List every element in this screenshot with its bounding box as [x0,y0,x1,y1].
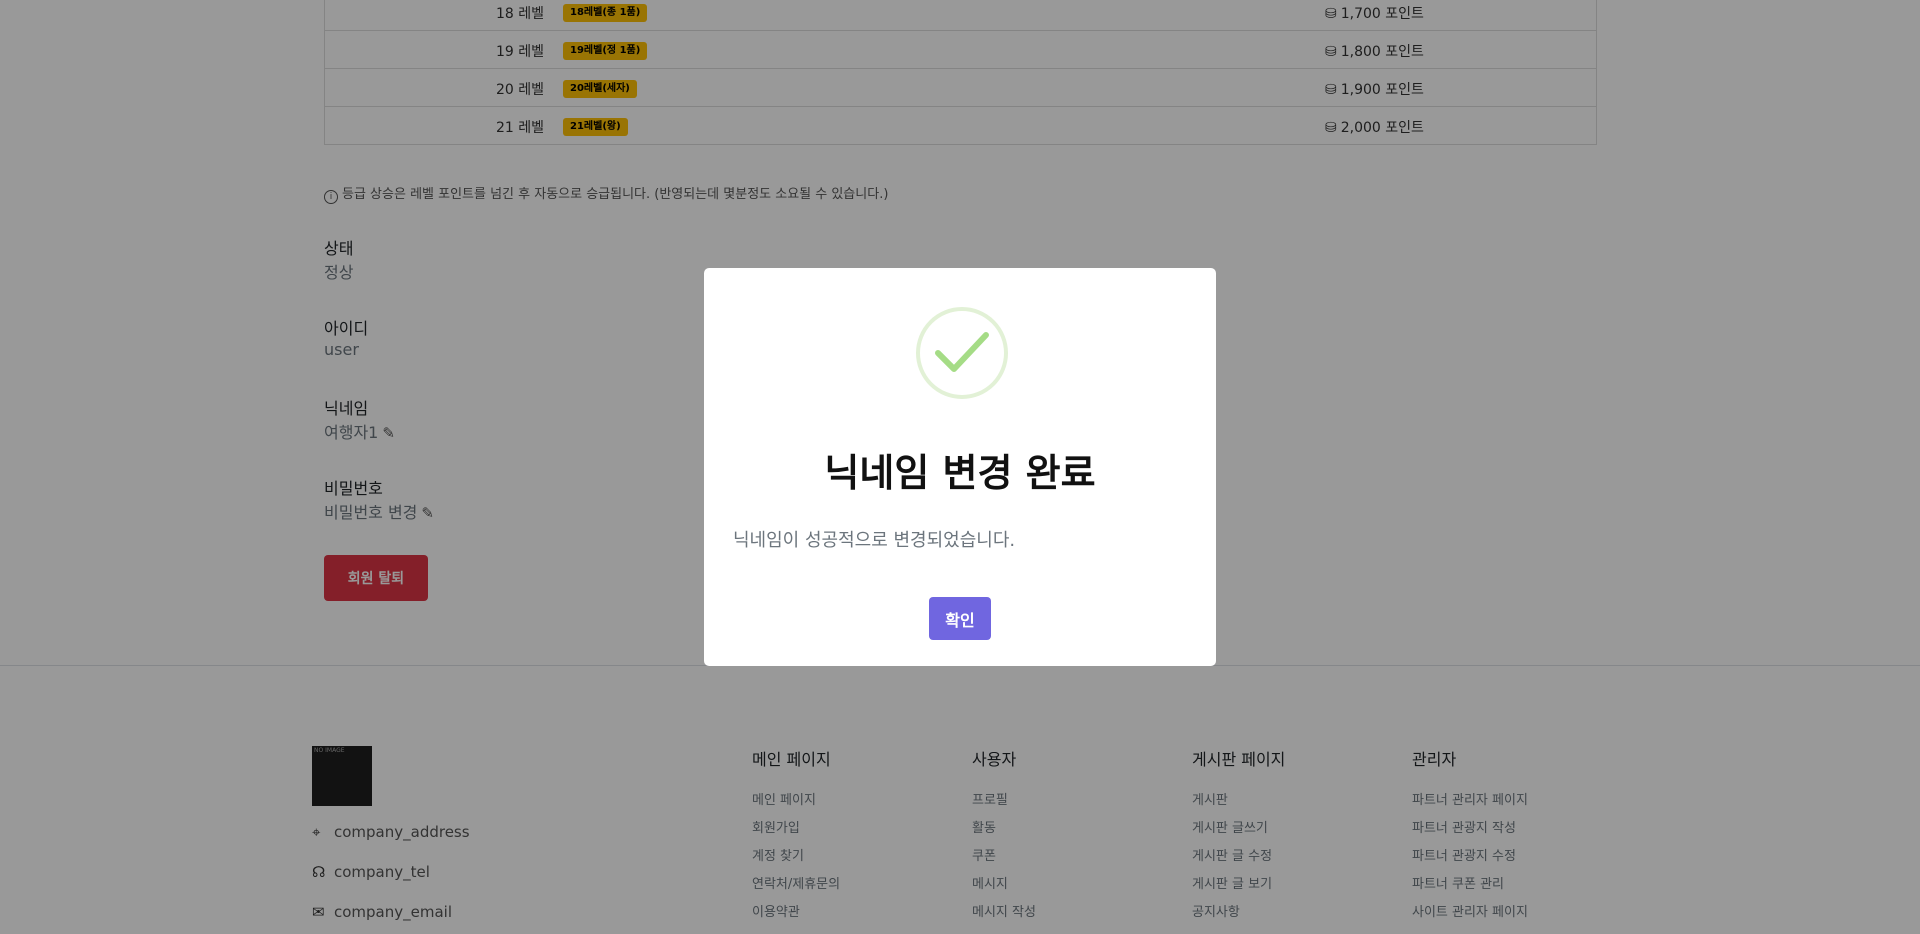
dialog-message: 닉네임이 성공적으로 변경되었습니다. [733,530,1016,551]
success-dialog: 닉네임 변경 완료 닉네임이 성공적으로 변경되었습니다. 확인 [704,268,1216,666]
dialog-title: 닉네임 변경 완료 [824,451,1096,495]
check-circle-icon [916,307,1008,399]
confirm-button[interactable]: 확인 [929,597,991,640]
